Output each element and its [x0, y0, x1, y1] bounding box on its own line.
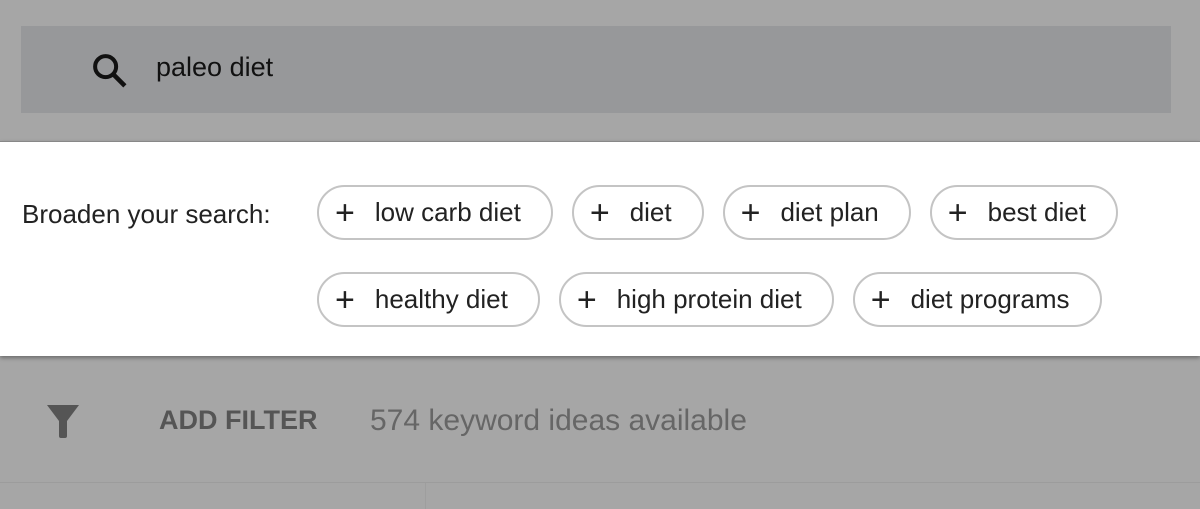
suggestion-chip[interactable]: + best diet — [929, 185, 1118, 240]
broaden-label: Broaden your search: — [22, 199, 271, 229]
suggestion-chip[interactable]: + low carb diet — [317, 185, 553, 240]
suggestion-chip[interactable]: + healthy diet — [317, 272, 540, 327]
suggestion-chip[interactable]: + high protein diet — [558, 272, 834, 327]
add-filter-button[interactable]: ADD FILTER — [159, 405, 317, 436]
plus-icon: + — [870, 280, 891, 319]
suggestion-chips: + low carb diet + diet + diet plan + best di… — [317, 185, 1187, 327]
chip-label: diet programs — [910, 284, 1070, 314]
suggestion-chip[interactable]: + diet — [571, 185, 704, 240]
chip-label: diet — [629, 197, 672, 227]
plus-icon: + — [740, 193, 761, 232]
filter-icon[interactable] — [46, 403, 80, 439]
suggestion-chip[interactable]: + diet plan — [722, 185, 911, 240]
chip-label: low carb diet — [374, 197, 521, 227]
plus-icon: + — [947, 193, 968, 232]
broaden-search-panel: Broaden your search: + low carb diet + die… — [0, 141, 1200, 356]
chip-label: best diet — [987, 197, 1086, 227]
suggestion-chip[interactable]: + diet programs — [852, 272, 1102, 327]
plus-icon: + — [335, 193, 355, 232]
chip-label: high protein diet — [616, 284, 802, 314]
chip-label: healthy diet — [374, 284, 508, 314]
filter-bar: ADD FILTER 574 keyword ideas available — [0, 355, 1200, 482]
chip-label: diet plan — [780, 197, 879, 227]
search-bar[interactable]: paleo diet — [21, 26, 1171, 113]
plus-icon: + — [335, 280, 355, 319]
search-query[interactable]: paleo diet — [156, 52, 273, 83]
plus-icon: + — [589, 193, 610, 232]
plus-icon: + — [576, 280, 597, 319]
keyword-ideas-count: 574 keyword ideas available — [370, 404, 747, 437]
search-icon — [93, 54, 127, 88]
column-divider — [425, 483, 426, 509]
divider — [0, 482, 1200, 483]
